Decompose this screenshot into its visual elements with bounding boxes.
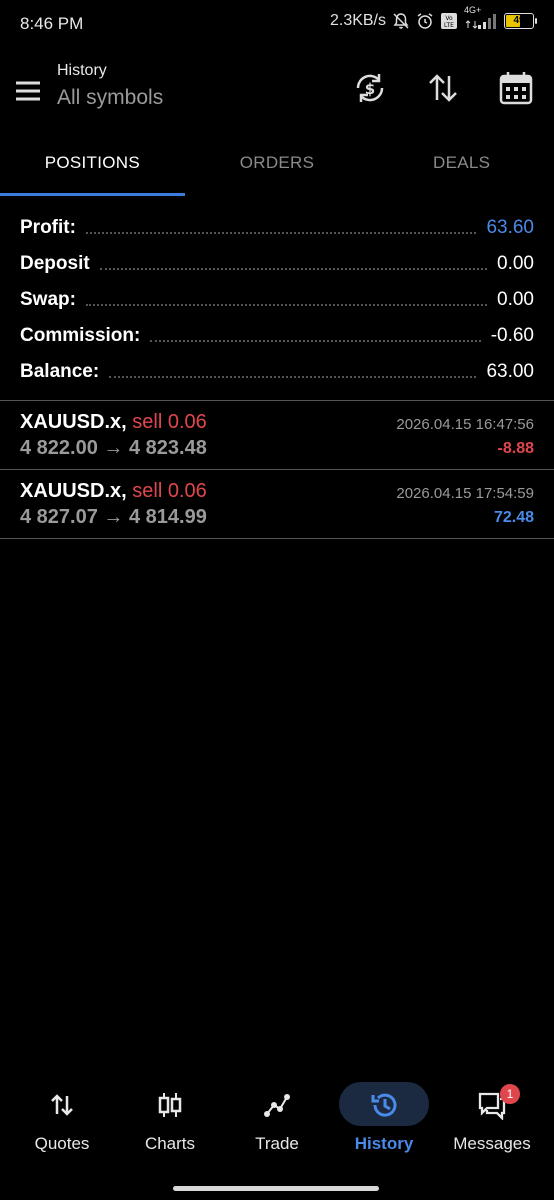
page-title: All symbols [57, 86, 164, 109]
page-subtitle: History [57, 62, 107, 79]
summary-label: Commission: [20, 325, 141, 346]
deal-prices: 4 827.07 → 4 814.99 [20, 506, 207, 528]
deal-symbol: XAUUSD.x, [20, 480, 127, 502]
candlestick-icon [158, 1093, 182, 1117]
list-item[interactable]: XAUUSD.x, sell 0.06 4 822.00 → 4 823.48 … [0, 400, 554, 469]
screen: 8:46 PM 2.3KB/s Vo LTE 4G+ 49 History Al… [0, 0, 554, 1200]
summary-label: Deposit [20, 253, 90, 274]
home-indicator[interactable] [173, 1186, 379, 1191]
nav-messages[interactable]: 1 Messages [438, 1076, 546, 1166]
deal-time: 2026.04.15 16:47:56 [396, 416, 534, 433]
summary-label: Profit: [20, 217, 76, 238]
deal-prices: 4 822.00 → 4 823.48 [20, 437, 207, 459]
dotted-leader [85, 230, 477, 234]
svg-text:Vo: Vo [445, 15, 453, 22]
battery-icon: 49 [504, 13, 537, 29]
status-time: 8:46 PM [20, 14, 84, 33]
dotted-leader [109, 374, 477, 378]
svg-text:$: $ [365, 80, 375, 98]
summary-row-commission: Commission: -0.60 [20, 318, 534, 354]
list-item[interactable]: XAUUSD.x, sell 0.06 4 827.07 → 4 814.99 … [0, 469, 554, 539]
title-block[interactable]: History All symbols [57, 62, 163, 110]
history-icon [371, 1093, 397, 1117]
tab-bar: POSITIONS ORDERS DEALS [0, 140, 554, 196]
bell-off-icon [392, 12, 410, 30]
summary-row-swap: Swap: 0.00 [20, 282, 534, 318]
summary-value: 63.60 [486, 217, 534, 238]
volte-icon: Vo LTE [440, 12, 458, 30]
summary-value: 0.00 [497, 289, 534, 310]
nav-trade[interactable]: Trade [223, 1076, 331, 1166]
arrows-updown-icon [51, 1094, 73, 1116]
status-icons: 2.3KB/s Vo LTE 4G+ 49 [329, 5, 537, 30]
currency-exchange-icon: $ [356, 74, 384, 102]
deal-profit: -8.88 [497, 440, 534, 457]
deal-header: XAUUSD.x, sell 0.06 [20, 480, 207, 503]
notification-badge: 1 [500, 1084, 520, 1104]
nav-label: Messages [453, 1134, 531, 1153]
dotted-leader [85, 302, 488, 306]
sort-button[interactable] [425, 70, 461, 106]
battery-percent: 49 [513, 15, 525, 26]
tab-deals[interactable]: DEALS [369, 140, 554, 196]
calendar-icon [499, 72, 533, 105]
nav-label: Charts [144, 1134, 196, 1153]
deal-list: XAUUSD.x, sell 0.06 4 822.00 → 4 823.48 … [0, 400, 554, 539]
summary-value: 63.00 [486, 361, 534, 382]
nav-charts[interactable]: Charts [116, 1076, 224, 1166]
calendar-button[interactable] [498, 70, 534, 106]
signal-icon: 4G+ [464, 5, 498, 30]
network-speed: 2.3KB/s [329, 12, 386, 29]
nav-label: History [354, 1134, 414, 1153]
sort-icon [429, 74, 457, 102]
deal-side: sell 0.06 [132, 411, 207, 433]
tab-positions[interactable]: POSITIONS [0, 140, 185, 196]
trade-line-icon [264, 1094, 290, 1117]
nav-label: Trade [255, 1134, 299, 1153]
nav-quotes[interactable]: Quotes [8, 1076, 116, 1166]
dotted-leader [99, 266, 488, 270]
nav-history[interactable]: History [330, 1076, 438, 1166]
summary-label: Balance: [20, 361, 100, 382]
menu-button[interactable] [12, 74, 44, 106]
summary-row-profit: Profit: 63.60 [20, 210, 534, 246]
summary-label: Swap: [20, 289, 76, 310]
currency-exchange-button[interactable]: $ [352, 70, 388, 106]
deal-profit: 72.48 [493, 509, 534, 526]
summary-row-balance: Balance: 63.00 [20, 354, 534, 390]
app-bar: History All symbols $ [0, 54, 554, 126]
hamburger-icon [16, 81, 40, 101]
network-type: 4G+ [464, 5, 482, 15]
summary-value: 0.00 [497, 253, 534, 274]
bottom-nav: Quotes Charts Trade History 1 Messages [0, 1076, 554, 1166]
summary-value: -0.60 [490, 325, 534, 346]
summary-panel: Profit: 63.60 Deposit 0.00 Swap: 0.00 Co… [20, 210, 534, 390]
nav-label: Quotes [34, 1134, 90, 1153]
deal-symbol: XAUUSD.x, [20, 411, 127, 433]
alarm-icon [416, 12, 434, 30]
deal-side: sell 0.06 [132, 480, 207, 502]
dotted-leader [150, 338, 481, 342]
svg-text:LTE: LTE [444, 22, 454, 29]
status-bar: 8:46 PM 2.3KB/s Vo LTE 4G+ 49 [0, 0, 554, 48]
deal-header: XAUUSD.x, sell 0.06 [20, 411, 207, 434]
deal-time: 2026.04.15 17:54:59 [396, 485, 534, 502]
summary-row-deposit: Deposit 0.00 [20, 246, 534, 282]
tab-orders[interactable]: ORDERS [185, 140, 370, 196]
